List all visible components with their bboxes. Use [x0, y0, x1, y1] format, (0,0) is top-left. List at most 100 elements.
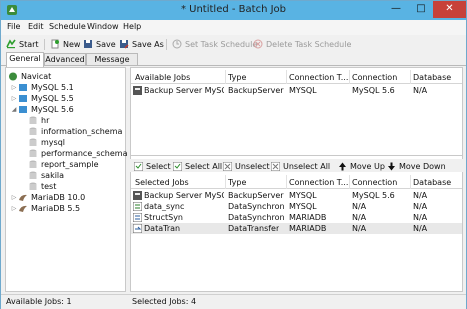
unselect-icon: [223, 161, 232, 171]
tree-db-sakila[interactable]: sakila: [28, 170, 64, 180]
tree-db-performance-schema[interactable]: performance_schema: [28, 148, 128, 158]
tree-item-mysql-51[interactable]: ▷ MySQL 5.1: [10, 82, 74, 92]
tree-db-report-sample[interactable]: report_sample: [28, 159, 99, 169]
select-icon: [134, 161, 143, 171]
tree-item-mysql-56[interactable]: ◢ MySQL 5.6: [10, 104, 74, 114]
tree-db-mysql[interactable]: mysql: [28, 137, 65, 147]
mariadb-connection-icon: [19, 194, 27, 201]
cell-connection-type: MYSQL: [289, 202, 317, 211]
toolbar-separator: [44, 39, 45, 50]
splitter[interactable]: [130, 155, 463, 156]
tab-general[interactable]: General: [6, 52, 44, 67]
tree-db-hr[interactable]: hr: [28, 115, 49, 125]
tree-db-label: sakila: [41, 170, 65, 180]
table-row[interactable]: Backup Server MySQ... BackupServer MYSQL…: [131, 85, 462, 96]
unselect-label: Unselect: [235, 161, 270, 171]
cell-connection-type: MARIADB: [289, 224, 327, 233]
save-icon: [84, 40, 92, 48]
cell-job: Backup Server MySQ...: [144, 86, 224, 95]
close-button[interactable]: ✕: [433, 1, 466, 18]
table-row[interactable]: StructSyn DataSynchron... MARIADB N/A N/…: [131, 212, 462, 223]
collapse-arrow-icon[interactable]: ◢: [10, 106, 18, 113]
tree-db-test[interactable]: test: [28, 181, 56, 191]
move-up-label: Move Up: [350, 161, 385, 171]
cell-database: N/A: [413, 224, 428, 233]
column-divider[interactable]: [410, 175, 411, 189]
menu-bar: File Edit Schedule Window Help: [1, 20, 466, 35]
column-divider[interactable]: [349, 175, 350, 189]
tree-item-mariadb-100[interactable]: ▷ MariaDB 10.0: [10, 192, 86, 202]
select-all-button[interactable]: Select All: [173, 160, 222, 172]
delete-task-schedule-button[interactable]: Delete Task Schedule: [253, 37, 351, 51]
cell-database: N/A: [413, 202, 428, 211]
connection-tree[interactable]: Navicat ▷ MySQL 5.1 ▷ MySQL 5.5 ◢ MySQL …: [5, 67, 128, 292]
save-as-button[interactable]: Save As: [119, 37, 164, 51]
database-icon: [29, 171, 37, 179]
column-divider[interactable]: [225, 175, 226, 189]
unselect-all-button[interactable]: Unselect All: [271, 160, 330, 172]
select-button[interactable]: Select: [134, 160, 171, 172]
tree-root[interactable]: Navicat: [8, 71, 51, 81]
column-divider[interactable]: [286, 175, 287, 189]
cell-connection: MySQL 5.6: [352, 191, 395, 200]
col-available-jobs[interactable]: Available Jobs: [135, 73, 225, 82]
column-divider[interactable]: [225, 70, 226, 84]
toolbar-separator: [166, 39, 167, 50]
set-task-schedule-button[interactable]: Set Task Schedule: [172, 37, 257, 51]
tree-item-mysql-55[interactable]: ▷ MySQL 5.5: [10, 93, 74, 103]
column-divider[interactable]: [286, 70, 287, 84]
maximize-button[interactable]: □: [409, 1, 433, 18]
expand-arrow-icon[interactable]: ▷: [10, 194, 18, 201]
col-connection-type[interactable]: Connection T...: [289, 73, 349, 82]
save-button[interactable]: Save: [83, 37, 116, 51]
col-connection-type[interactable]: Connection T...: [289, 178, 349, 187]
minimize-button[interactable]: —: [383, 1, 409, 18]
tree-db-label: report_sample: [41, 159, 99, 169]
col-connection[interactable]: Connection: [352, 178, 410, 187]
expand-arrow-icon[interactable]: ▷: [10, 84, 18, 91]
tree-db-label: mysql: [41, 137, 65, 147]
structure-sync-icon: [133, 213, 142, 222]
cell-type: DataSynchron...: [228, 213, 285, 222]
select-all-label: Select All: [185, 161, 223, 171]
menu-edit[interactable]: Edit: [28, 22, 44, 31]
menu-help[interactable]: Help: [123, 22, 141, 31]
col-connection[interactable]: Connection: [352, 73, 410, 82]
cell-connection-type: MARIADB: [289, 213, 327, 222]
table-row[interactable]: Backup Server MySQ... BackupServer MYSQL…: [131, 190, 462, 201]
move-up-button[interactable]: Move Up: [338, 160, 385, 172]
expand-arrow-icon[interactable]: ▷: [10, 205, 18, 212]
start-button[interactable]: Start: [6, 37, 39, 51]
menu-window[interactable]: Window: [87, 22, 119, 31]
table-row[interactable]: data_sync DataSynchron... MYSQL N/A N/A: [131, 201, 462, 212]
cell-connection: N/A: [352, 202, 367, 211]
database-icon: [29, 116, 37, 124]
arrow-up-icon: [339, 162, 346, 170]
col-database[interactable]: Database: [413, 178, 461, 187]
menu-schedule[interactable]: Schedule: [49, 22, 86, 31]
tree-item-mariadb-55[interactable]: ▷ MariaDB 5.5: [10, 203, 80, 213]
jobs-pane: Available Jobs Type Connection T... Conn…: [130, 67, 463, 292]
tab-divider: [1, 65, 466, 66]
cell-database: N/A: [413, 213, 428, 222]
arrow-down-icon: [388, 162, 395, 170]
unselect-button[interactable]: Unselect: [223, 160, 270, 172]
cell-job: Backup Server MySQ...: [144, 191, 224, 200]
cell-type: BackupServer: [228, 86, 284, 95]
col-type[interactable]: Type: [228, 73, 286, 82]
new-button[interactable]: New: [50, 37, 80, 51]
table-row[interactable]: DataTran DataTransfer MARIADB N/A N/A: [131, 223, 462, 234]
tree-db-information-schema[interactable]: information_schema: [28, 126, 122, 136]
move-down-button[interactable]: Move Down: [387, 160, 446, 172]
database-icon: [29, 138, 37, 146]
tree-item-label: MariaDB 5.5: [31, 203, 81, 213]
col-selected-jobs[interactable]: Selected Jobs: [135, 178, 225, 187]
col-type[interactable]: Type: [228, 178, 286, 187]
expand-arrow-icon[interactable]: ▷: [10, 95, 18, 102]
menu-file[interactable]: File: [7, 22, 20, 31]
cell-job: DataTran: [144, 224, 181, 233]
column-divider[interactable]: [410, 70, 411, 84]
col-database[interactable]: Database: [413, 73, 461, 82]
column-divider[interactable]: [349, 70, 350, 84]
tree-item-label: MariaDB 10.0: [31, 192, 86, 202]
